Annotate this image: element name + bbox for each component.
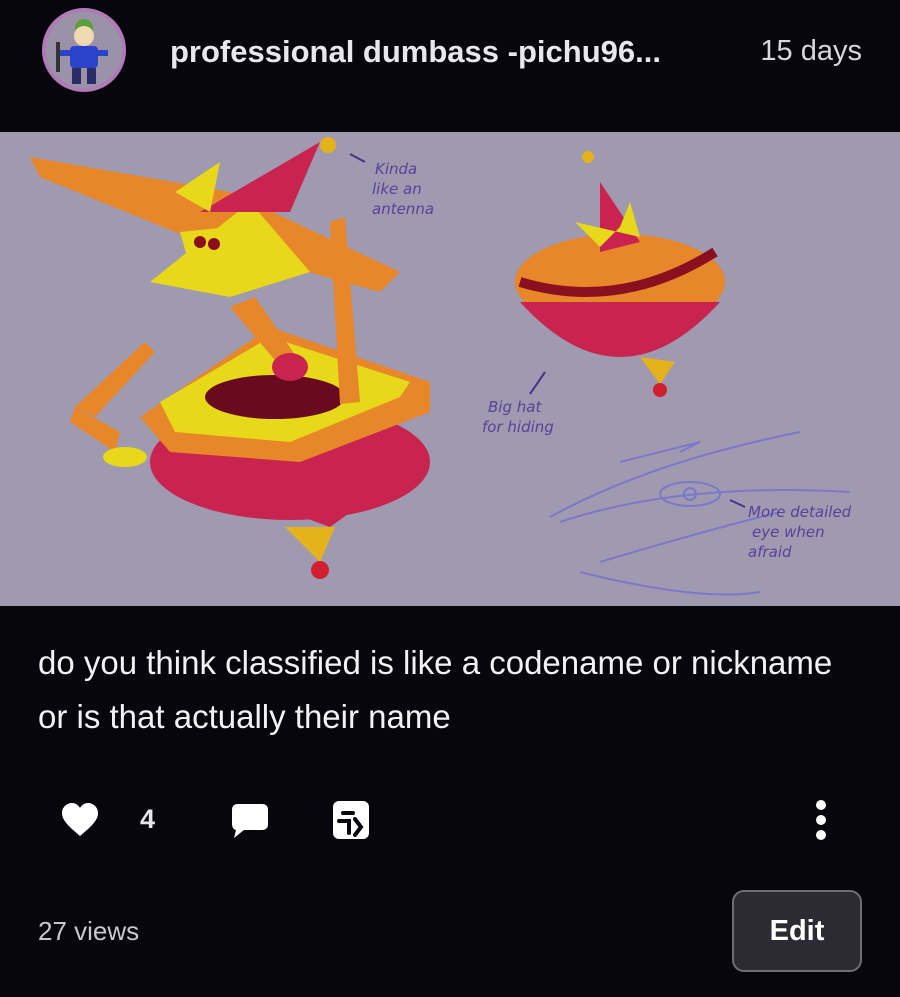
- post-caption: do you think classified is like a codena…: [38, 644, 833, 735]
- share-icon: [333, 801, 369, 839]
- artwork-drawing: Kinda like an antenna Big hat for hiding…: [30, 137, 852, 596]
- annotation-hat-1: Big hat: [488, 398, 542, 416]
- annotation-antenna-3: antenna: [372, 200, 434, 218]
- more-options-button[interactable]: [808, 798, 834, 842]
- action-bar: 4: [0, 790, 900, 850]
- share-button[interactable]: [331, 799, 371, 841]
- avatar[interactable]: [42, 8, 126, 92]
- annotation-hat-2: for hiding: [482, 418, 554, 436]
- vertical-ellipsis-icon: [816, 800, 826, 840]
- annotation-antenna-1: Kinda: [375, 160, 417, 178]
- post-timestamp: 15 days: [760, 35, 862, 67]
- avatar-image: [46, 12, 122, 88]
- post-artwork[interactable]: Kinda like an antenna Big hat for hiding…: [0, 132, 900, 606]
- annotation-eye-2: eye when: [752, 523, 825, 541]
- username[interactable]: professional dumbass -pichu96...: [170, 34, 661, 70]
- like-count: 4: [140, 804, 156, 834]
- like-button[interactable]: [60, 802, 100, 838]
- speech-bubble-icon: [232, 804, 268, 838]
- view-count: 27 views: [38, 916, 140, 946]
- edit-button[interactable]: Edit: [732, 890, 862, 972]
- heart-icon: [62, 803, 98, 836]
- annotation-eye-3: afraid: [748, 543, 792, 561]
- annotation-eye-1: More detailed: [748, 503, 852, 521]
- comment-button[interactable]: [230, 802, 270, 840]
- annotation-antenna-2: like an: [372, 180, 422, 198]
- post-header: professional dumbass -pichu96... 15 days: [0, 0, 900, 132]
